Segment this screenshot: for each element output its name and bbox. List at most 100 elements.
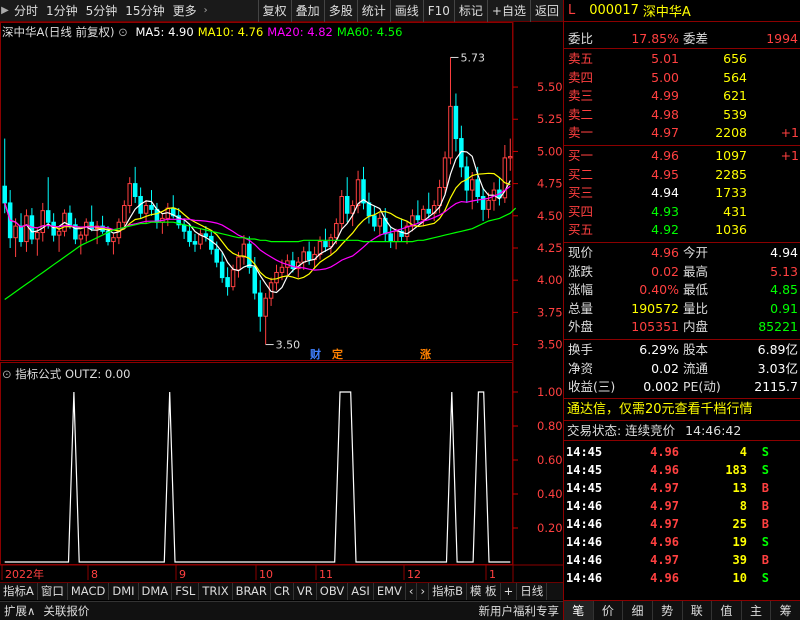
tick-time: 14:45	[566, 445, 603, 459]
detail-tab-4[interactable]: 联	[683, 601, 713, 620]
indicator-tab-7[interactable]: BRAR	[233, 583, 271, 600]
candle-body	[13, 225, 18, 239]
tick-side: B	[761, 517, 769, 531]
stat-value-a: 0.02	[651, 263, 679, 279]
indicator-tab-8[interactable]: CR	[271, 583, 294, 600]
stat-row-4: 外盘 105351 内盘 85221	[564, 318, 800, 336]
candle-body	[393, 230, 399, 243]
buy-label: 买四	[568, 203, 594, 219]
indicator-tab-0[interactable]: 指标A	[0, 583, 38, 600]
tick-row-7[interactable]: 14:46 4.96 10 S	[564, 569, 800, 587]
candle-body	[442, 157, 448, 188]
ind-y-tick-label-2: 0.60	[537, 453, 563, 467]
tick-row-6[interactable]: 14:46 4.97 39 B	[564, 551, 800, 569]
indicator-formula-label: 指标公式 OUTZ: 0.00	[15, 367, 131, 381]
sell-row-2: 卖三 4.99 621	[564, 87, 800, 105]
candle-body	[89, 221, 94, 230]
y-tick-label-4: 4.50	[537, 209, 563, 223]
quote-panel: L 000017 深中华A 委比 17.85% 委差 1994 卖五 5.01 656 卖四 5…	[563, 0, 800, 620]
detail-tab-7[interactable]: 筹	[771, 601, 800, 620]
indicator-tab-18[interactable]: 日线	[517, 583, 548, 600]
fund-row-1: 净资 0.02 流通 3.03亿	[564, 360, 800, 378]
related-quote-button[interactable]: 关联报价	[39, 602, 93, 620]
indicator-tab-17[interactable]: +	[501, 583, 518, 600]
indicator-menu-icon[interactable]: ⊙	[2, 367, 12, 381]
indicator-tab-12[interactable]: EMV	[374, 583, 406, 600]
detail-tab-3[interactable]: 势	[653, 601, 683, 620]
indicator-tab-16[interactable]: 模 板	[467, 583, 501, 600]
tick-side: S	[761, 535, 769, 549]
candle-body	[154, 208, 160, 223]
tick-price: 4.97	[650, 499, 679, 513]
expand-button[interactable]: 扩展∧	[0, 602, 39, 620]
indicator-tab-14[interactable]: ›	[417, 583, 430, 600]
tick-side: S	[761, 445, 769, 459]
fund-label-a: 换手	[568, 342, 594, 357]
kline-chart[interactable]: 3.50 3.75 4.00 4.25 4.50 4.75 5.00 5.25 5.50 5.73…	[0, 0, 563, 620]
indicator-tab-10[interactable]: OBV	[317, 583, 349, 600]
sell-change: +1	[780, 125, 799, 141]
tick-side: B	[761, 499, 769, 513]
divider-stats2	[564, 339, 800, 340]
tick-row-5[interactable]: 14:46 4.96 19 S	[564, 533, 800, 551]
y-tick-label-6: 5.00	[537, 144, 563, 158]
sell-label: 卖二	[568, 106, 594, 122]
buy-price: 4.96	[651, 148, 679, 163]
stat-label-b: 内盘	[683, 319, 709, 335]
tick-row-4[interactable]: 14:46 4.97 25 B	[564, 515, 800, 533]
indicator-tab-1[interactable]: 窗口	[38, 583, 68, 600]
buy-row-0: 买一 4.96 1097 +1	[564, 147, 800, 165]
settings-gear-icon[interactable]: ⊙	[118, 25, 128, 39]
x-tick-label-6: 1	[489, 568, 496, 581]
detail-tab-0[interactable]: 笔	[564, 601, 594, 620]
candle-body	[252, 266, 258, 294]
x-tick-label-3: 10	[259, 568, 273, 581]
indicator-tab-11[interactable]: ASI	[348, 583, 374, 600]
candle-body	[306, 251, 312, 261]
indicator-tab-3[interactable]: DMI	[109, 583, 139, 600]
indicator-tab-2[interactable]: MACD	[68, 583, 110, 600]
candle-body	[192, 241, 198, 245]
buy-volume: 2285	[715, 166, 747, 182]
tick-row-2[interactable]: 14:45 4.97 13 B	[564, 479, 800, 497]
buy-price: 4.94	[651, 185, 679, 201]
indicator-tab-13[interactable]: ‹	[406, 583, 418, 600]
tick-row-0[interactable]: 14:45 4.96 4 S	[564, 443, 800, 461]
indicator-tab-4[interactable]: DMA	[139, 583, 173, 600]
candle-body	[51, 221, 56, 236]
detail-tab-5[interactable]: 值	[712, 601, 742, 620]
indicator-tab-9[interactable]: VR	[294, 583, 317, 600]
stat-row-0: 现价 4.96 今开 4.94	[564, 244, 800, 262]
tick-row-3[interactable]: 14:46 4.97 8 B	[564, 497, 800, 515]
quote-header: L 000017 深中华A	[564, 0, 800, 22]
tick-time: 14:46	[566, 517, 603, 531]
stat-value-b: 85221	[758, 319, 798, 335]
status-bar: 扩展∧ 关联报价 新用户福利专享	[0, 601, 563, 620]
detail-tab-2[interactable]: 细	[623, 601, 653, 620]
main-chart-frame	[0, 22, 513, 361]
divider-stats	[564, 242, 800, 243]
indicator-tab-15[interactable]: 指标B	[429, 583, 467, 600]
tick-row-1[interactable]: 14:45 4.96 183 S	[564, 461, 800, 479]
fund-value-a: 6.29%	[639, 342, 679, 357]
indicator-tab-5[interactable]: FSL	[172, 583, 200, 600]
indicator-tab-6[interactable]: TRIX	[199, 583, 233, 600]
new-user-promo-link[interactable]: 新用户福利专享	[475, 602, 564, 620]
detail-tab-6[interactable]: 主	[742, 601, 772, 620]
ma-label-3: MA60: 4.56	[336, 25, 403, 39]
tick-volume: 13	[732, 481, 747, 495]
level2-promo[interactable]: 通达信，仅需20元查看千档行情	[564, 400, 800, 420]
candle-body	[366, 202, 372, 217]
candle-body	[247, 243, 252, 268]
candle-body	[355, 179, 361, 207]
candle-body	[328, 237, 334, 248]
indicator-frame	[0, 362, 513, 565]
fund-value-a: 0.002	[643, 379, 679, 395]
stat-label-a: 总量	[568, 300, 594, 316]
buy-row-2: 买三 4.94 1733	[564, 184, 800, 202]
candle-body	[2, 185, 7, 204]
candle-body	[24, 215, 29, 243]
trade-state-label: 交易状态: 连续竞价	[567, 423, 676, 438]
detail-tab-1[interactable]: 价	[594, 601, 624, 620]
ind-y-tick-label-4: 1.00	[537, 385, 563, 399]
